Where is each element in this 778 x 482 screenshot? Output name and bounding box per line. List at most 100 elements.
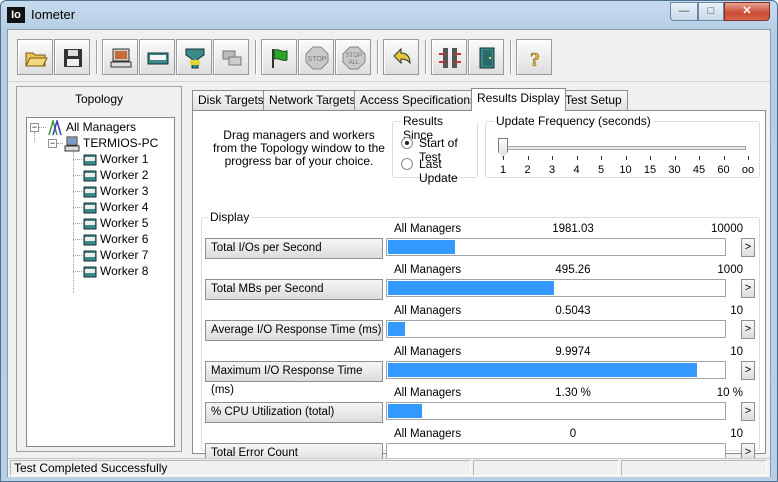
display-workers-button[interactable]	[102, 39, 138, 75]
tree-line	[73, 223, 82, 224]
stop-icon: STOP	[305, 46, 329, 70]
last-update-radio[interactable]	[401, 158, 413, 170]
row-metric-button[interactable]: Total MBs per Second	[205, 279, 383, 300]
row-value: 9.9974	[555, 346, 591, 358]
tree-node-worker[interactable]: Worker 5	[83, 215, 148, 231]
row-progress-fill	[388, 404, 422, 418]
row-expand-button[interactable]: >	[741, 361, 755, 380]
collapse-icon[interactable]: −	[48, 139, 57, 148]
slider-tick-label: 5	[597, 164, 605, 176]
row-metric-button[interactable]: Maximum I/O Response Time (ms)	[205, 361, 383, 396]
disk-worker-icon	[83, 250, 97, 262]
close-button[interactable]: ✕	[724, 2, 770, 21]
row-max: 1000	[717, 264, 743, 276]
start-tests-button[interactable]	[261, 39, 297, 75]
title-bar[interactable]: Io Iometer — □ ✕	[1, 1, 777, 29]
tab-results-display[interactable]: Results Display	[471, 88, 566, 111]
row-progress-bar[interactable]	[386, 238, 726, 256]
stop-button[interactable]: STOP	[298, 39, 334, 75]
slider-tick	[625, 156, 627, 160]
disk-worker-icon	[83, 186, 97, 198]
row-max: 10	[730, 428, 743, 440]
tree-node-label: Worker 5	[100, 216, 149, 230]
close-icon: ✕	[742, 5, 752, 17]
stop-all-button[interactable]: STOP ALL	[335, 39, 371, 75]
slider-tick-label: 1	[499, 164, 507, 176]
topology-pane: Topology − All Managers − TERMIOS-PC Wor…	[16, 86, 182, 452]
slider-tick	[650, 156, 651, 160]
slider-tick	[503, 156, 504, 160]
save-button[interactable]	[54, 39, 90, 75]
row-progress-bar[interactable]	[386, 320, 726, 338]
new-manager-button[interactable]	[139, 39, 175, 75]
tab-network-targets[interactable]: Network Targets	[263, 90, 362, 110]
row-source: All Managers	[394, 305, 462, 317]
slider-tick-label: oo	[741, 164, 755, 176]
disk-worker-icon	[83, 266, 97, 278]
tree-node-worker[interactable]: Worker 3	[83, 183, 148, 199]
tab-test-setup[interactable]: Test Setup	[559, 90, 628, 110]
slider-tick	[552, 156, 553, 160]
toolbar-separator	[377, 40, 379, 74]
tree-line	[73, 159, 82, 160]
minimize-button[interactable]: —	[670, 2, 698, 21]
exit-button[interactable]	[468, 39, 504, 75]
row-value: 0	[569, 428, 577, 440]
tree-line	[73, 191, 82, 192]
tree-node-label: Worker 6	[100, 232, 149, 246]
tree-node-worker[interactable]: Worker 4	[83, 199, 148, 215]
tree-node-worker[interactable]: Worker 1	[83, 151, 148, 167]
row-source: All Managers	[394, 387, 462, 399]
tab-access-specifications[interactable]: Access Specifications	[354, 90, 483, 110]
row-source: All Managers	[394, 264, 462, 276]
stop-all-icon-text: STOP	[346, 53, 362, 59]
disconnect-icon	[439, 48, 461, 68]
open-button[interactable]	[17, 39, 53, 75]
tree-node-all-managers[interactable]: All Managers	[47, 119, 137, 136]
tree-node-label: All Managers	[66, 120, 137, 134]
tree-node-label: Worker 2	[100, 168, 149, 182]
tab-disk-targets[interactable]: Disk Targets	[192, 90, 270, 110]
row-progress-fill	[388, 281, 554, 295]
tree-line	[34, 132, 35, 142]
toolbar-separator	[255, 40, 257, 74]
tree-node-manager[interactable]: TERMIOS-PC	[64, 135, 159, 152]
tree-node-worker[interactable]: Worker 6	[83, 231, 148, 247]
tree-node-worker[interactable]: Worker 2	[83, 167, 148, 183]
app-icon[interactable]: Io	[7, 7, 25, 23]
update-frequency-track[interactable]	[500, 146, 746, 150]
row-max: 10000	[711, 223, 743, 235]
row-progress-bar[interactable]	[386, 279, 726, 297]
row-metric-button[interactable]: % CPU Utilization (total)	[205, 402, 383, 423]
row-expand-button[interactable]: >	[741, 238, 755, 257]
status-bar: Test Completed Successfully	[8, 458, 770, 477]
chevron-right-icon: >	[744, 364, 752, 376]
row-expand-button[interactable]: >	[741, 320, 755, 339]
update-frequency-label: Update Frequency (seconds)	[494, 114, 653, 128]
tree-node-worker[interactable]: Worker 8	[83, 263, 148, 279]
about-button[interactable]: ?	[516, 39, 552, 75]
update-frequency-group: Update Frequency (seconds) 1 2 3 4 5 10 15 30 45…	[485, 114, 760, 178]
tree-node-worker[interactable]: Worker 7	[83, 247, 148, 263]
new-disk-worker-button[interactable]	[176, 39, 212, 75]
row-progress-bar[interactable]	[386, 402, 726, 420]
row-expand-button[interactable]: >	[741, 402, 755, 421]
maximize-button[interactable]: □	[698, 2, 724, 21]
new-network-worker-button[interactable]	[213, 39, 249, 75]
tree-node-label: TERMIOS-PC	[83, 136, 159, 150]
collapse-icon[interactable]: −	[30, 123, 39, 132]
row-source: All Managers	[394, 346, 462, 358]
update-frequency-thumb[interactable]	[498, 138, 508, 158]
reset-workers-button[interactable]	[383, 39, 419, 75]
slider-tick	[674, 156, 676, 160]
slider-tick-label: 3	[548, 164, 556, 176]
slider-tick	[601, 156, 602, 160]
row-metric-button[interactable]: Total I/Os per Second	[205, 238, 383, 259]
row-expand-button[interactable]: >	[741, 279, 755, 298]
topology-tree[interactable]: − All Managers − TERMIOS-PC Worker 1 Work…	[26, 117, 175, 447]
disconnect-button[interactable]	[431, 39, 467, 75]
maximize-icon: □	[707, 5, 715, 17]
row-progress-bar[interactable]	[386, 361, 726, 379]
row-metric-button[interactable]: Average I/O Response Time (ms)	[205, 320, 383, 341]
start-of-test-radio[interactable]	[401, 137, 413, 149]
